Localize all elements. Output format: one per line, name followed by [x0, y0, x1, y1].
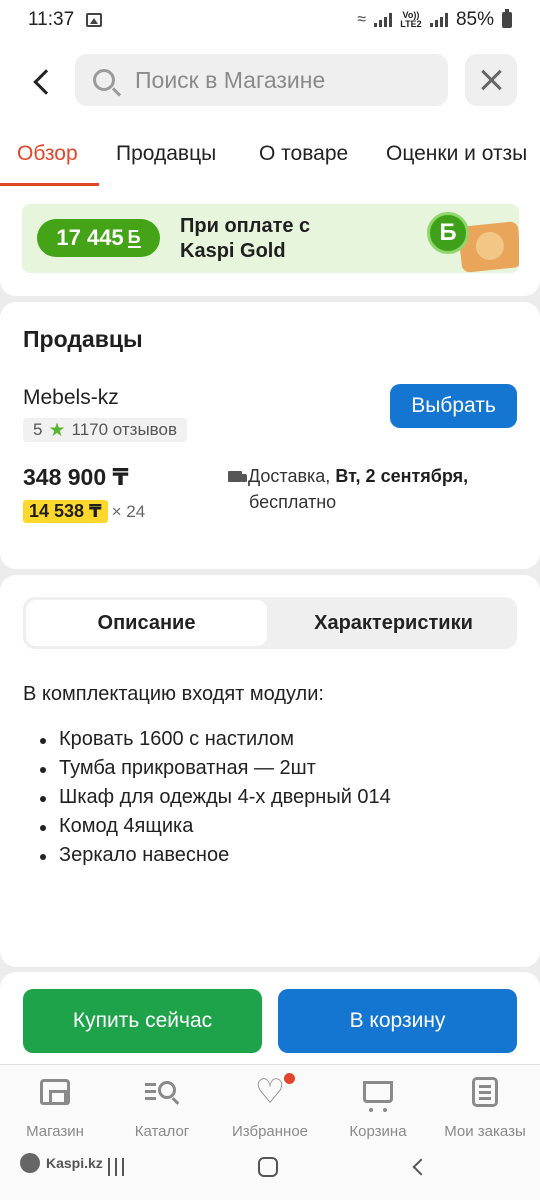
gallery-notification-icon: [86, 13, 103, 27]
signal-2-icon: [429, 13, 448, 27]
watermark-text: Kaspi.kz: [46, 1155, 103, 1171]
delivery-prefix: Доставка,: [248, 466, 331, 486]
nav-orders[interactable]: Мои заказы: [430, 1073, 540, 1140]
system-back-button[interactable]: [412, 1158, 430, 1176]
promo-text-line1: При оплате с: [180, 215, 311, 237]
select-seller-button[interactable]: Выбрать: [390, 384, 517, 428]
battery-percent: 85%: [455, 9, 494, 30]
delivery-date: Вт, 2 сентября,: [335, 466, 469, 486]
kaspi-gold-promo[interactable]: 17 445 Б При оплате с Kaspi Gold Б: [22, 204, 519, 273]
search-input[interactable]: [135, 66, 425, 94]
bonus-coin-icon: Б: [427, 212, 469, 254]
bonus-symbol: Б: [127, 227, 141, 248]
home-button[interactable]: [258, 1157, 278, 1177]
orders-icon: [472, 1077, 498, 1107]
tab-overview[interactable]: Обзор: [17, 142, 78, 166]
sellers-title: Продавцы: [23, 326, 143, 352]
kaspi-watermark: Kaspi.kz: [20, 1153, 103, 1173]
status-time: 11:37: [28, 9, 75, 30]
nav-cart[interactable]: Корзина: [323, 1073, 433, 1140]
volte-indicator: Vo)) LTE2: [400, 10, 422, 29]
list-item: Шкаф для одежды 4-х дверный 014: [23, 783, 391, 812]
promo-text: При оплате с Kaspi Gold: [180, 214, 310, 264]
add-to-cart-button[interactable]: В корзину: [278, 989, 517, 1053]
promo-card: 17 445 Б При оплате с Kaspi Gold Б: [0, 186, 540, 296]
tab-sellers[interactable]: Продавцы: [116, 142, 216, 166]
close-button[interactable]: [465, 54, 517, 106]
bonus-badge: 17 445 Б: [37, 219, 160, 257]
installment-amount: 14 538 ₸: [23, 500, 108, 523]
reviews-count: 1170 отзывов: [71, 420, 178, 439]
nav-favorites[interactable]: ♡ Избранное: [215, 1073, 325, 1140]
tab-reviews[interactable]: Оценки и отзы: [386, 142, 527, 166]
installment-multiplier: × 24: [111, 501, 146, 521]
close-icon: [480, 69, 502, 91]
list-item: Зеркало навесное: [23, 841, 391, 870]
heart-icon: ♡: [254, 1073, 286, 1111]
catalog-icon: [145, 1079, 180, 1105]
product-tabs: Обзор Продавцы О товаре Оценки и отзы: [0, 130, 540, 186]
search-bar[interactable]: [75, 54, 448, 106]
action-bar: Купить сейчас В корзину: [0, 972, 540, 1064]
back-button[interactable]: [22, 62, 62, 102]
battery-icon: [502, 9, 512, 28]
delivery-cost: бесплатно: [249, 492, 337, 512]
wifi-icon: ≈: [357, 11, 366, 28]
nav-favorites-label: Избранное: [231, 1123, 309, 1140]
signal-icon: [373, 13, 392, 27]
nav-cart-label: Корзина: [349, 1123, 407, 1140]
list-item: Кровать 1600 с настилом: [23, 725, 391, 754]
status-time-group: 11:37: [28, 9, 103, 31]
cart-icon: [363, 1081, 393, 1112]
sellers-section: Продавцы Mebels-kz 5 ★ 1170 отзывов Выбр…: [0, 302, 540, 569]
rating-value: 5: [33, 420, 43, 439]
tab-about[interactable]: О товаре: [259, 142, 348, 166]
seller-name[interactable]: Mebels-kz: [23, 386, 119, 410]
star-icon: ★: [48, 419, 66, 441]
system-navigation-bar: Kaspi.kz: [0, 1144, 540, 1200]
top-header: Обзор Продавцы О товаре Оценки и отзы: [0, 40, 540, 186]
nav-store[interactable]: Магазин: [0, 1073, 110, 1140]
delivery-info: Доставка, Вт, 2 сентября, бесплатно: [228, 463, 518, 515]
nav-catalog[interactable]: Каталог: [107, 1073, 217, 1140]
tab-specifications[interactable]: Характеристики: [273, 600, 514, 646]
installment-info: 14 538 ₸ × 24: [23, 500, 145, 523]
bottom-navigation: Магазин Каталог ♡ Избранное Корзина Мои …: [0, 1064, 540, 1144]
description-section: Описание Характеристики В комплектацию в…: [0, 575, 540, 967]
nav-store-label: Магазин: [26, 1123, 84, 1140]
store-icon: [40, 1079, 70, 1105]
list-item: Комод 4ящика: [23, 812, 391, 841]
bonus-amount: 17 445: [56, 225, 124, 250]
list-item: Тумба прикроватная — 2шт: [23, 754, 391, 783]
nav-catalog-label: Каталог: [134, 1123, 190, 1140]
chevron-left-icon: [33, 69, 59, 95]
description-segmented-control: Описание Характеристики: [23, 597, 517, 649]
status-right-group: ≈ Vo)) LTE2 85%: [357, 9, 512, 31]
product-price: 348 900 ₸: [23, 464, 129, 490]
description-list: Кровать 1600 с настилом Тумба прикроватн…: [23, 725, 391, 870]
status-bar: 11:37 ≈ Vo)) LTE2 85%: [0, 0, 540, 40]
seller-rating[interactable]: 5 ★ 1170 отзывов: [23, 418, 188, 442]
promo-text-line2: Kaspi Gold: [180, 240, 286, 262]
truck-icon: [228, 471, 247, 482]
buy-now-button[interactable]: Купить сейчас: [23, 989, 262, 1053]
notification-dot: [284, 1073, 295, 1084]
description-intro: В комплектацию входят модули:: [23, 683, 324, 705]
recents-button[interactable]: [108, 1158, 124, 1176]
nav-orders-label: Мои заказы: [444, 1123, 526, 1140]
kaspi-logo-icon: [20, 1153, 40, 1173]
tab-description[interactable]: Описание: [26, 600, 267, 646]
search-icon: [93, 69, 115, 91]
